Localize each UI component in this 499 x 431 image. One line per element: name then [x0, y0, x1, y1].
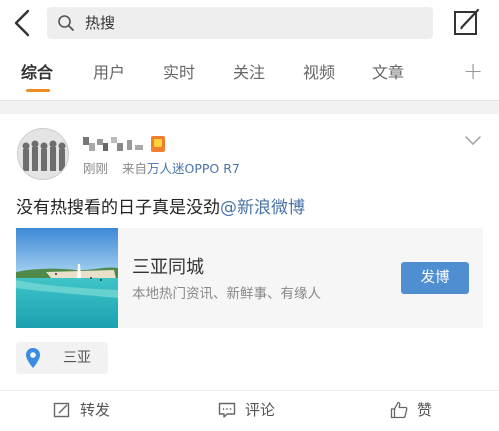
avatar-image [18, 129, 68, 179]
search-query: 热搜 [85, 14, 116, 32]
search-icon [58, 15, 74, 31]
post-text-main: 没有热搜看的日子真是没劲 [16, 198, 220, 218]
location-tag-label: 三亚 [63, 350, 91, 366]
username-redacted [83, 137, 143, 151]
tab-videos[interactable]: 视频 [303, 62, 335, 84]
tab-comprehensive[interactable]: 综合 [21, 62, 53, 84]
top-bar: 热搜 [0, 0, 499, 46]
avatar[interactable] [17, 128, 69, 180]
post-time: 刚刚 [83, 161, 109, 176]
source-prefix: 来自 [121, 161, 147, 176]
tab-bar: 综合 用户 实时 关注 视频 文章 + [0, 52, 499, 96]
post-body: 没有热搜看的日子真是没劲@新浪微博 [16, 196, 305, 220]
source-link[interactable]: 万人迷OPPO R7 [147, 161, 240, 176]
tab-following[interactable]: 关注 [233, 62, 265, 84]
chevron-left-icon [14, 9, 30, 37]
section-divider [0, 100, 499, 114]
compose-icon [454, 8, 480, 35]
location-card-title: 三亚同城 [132, 257, 204, 278]
comment-icon [218, 402, 236, 418]
like-button[interactable]: 赞 [390, 399, 450, 421]
mention-link[interactable]: @新浪微博 [220, 198, 305, 218]
location-thumbnail [16, 228, 118, 328]
location-card[interactable]: 三亚同城 本地热门资讯、新鲜事、有缘人 发博 [16, 228, 483, 328]
back-button[interactable] [8, 6, 40, 40]
vip-badge [151, 136, 165, 152]
tab-articles[interactable]: 文章 [372, 62, 404, 84]
repost-icon [53, 402, 70, 418]
post-action-bar: 转发 评论 赞 [0, 390, 499, 431]
comment-label: 评论 [245, 401, 276, 419]
tab-users[interactable]: 用户 [93, 62, 125, 84]
chevron-down-icon[interactable] [464, 135, 482, 147]
repost-button[interactable]: 转发 [53, 399, 123, 421]
search-input[interactable]: 热搜 [47, 7, 433, 39]
location-pin-icon [26, 348, 40, 368]
thumbs-up-icon [390, 401, 408, 419]
tab-realtime[interactable]: 实时 [163, 62, 195, 84]
location-card-subtitle: 本地热门资讯、新鲜事、有缘人 [132, 286, 321, 302]
post-meta: 刚刚 来自万人迷OPPO R7 [83, 160, 240, 178]
like-label: 赞 [417, 401, 433, 419]
comment-button[interactable]: 评论 [218, 399, 288, 421]
compose-button[interactable] [452, 6, 482, 38]
post-button[interactable]: 发博 [401, 262, 469, 294]
repost-label: 转发 [80, 401, 111, 419]
active-tab-indicator [26, 89, 50, 92]
location-tag[interactable]: 三亚 [16, 342, 108, 374]
add-tab-button[interactable]: + [463, 56, 483, 86]
